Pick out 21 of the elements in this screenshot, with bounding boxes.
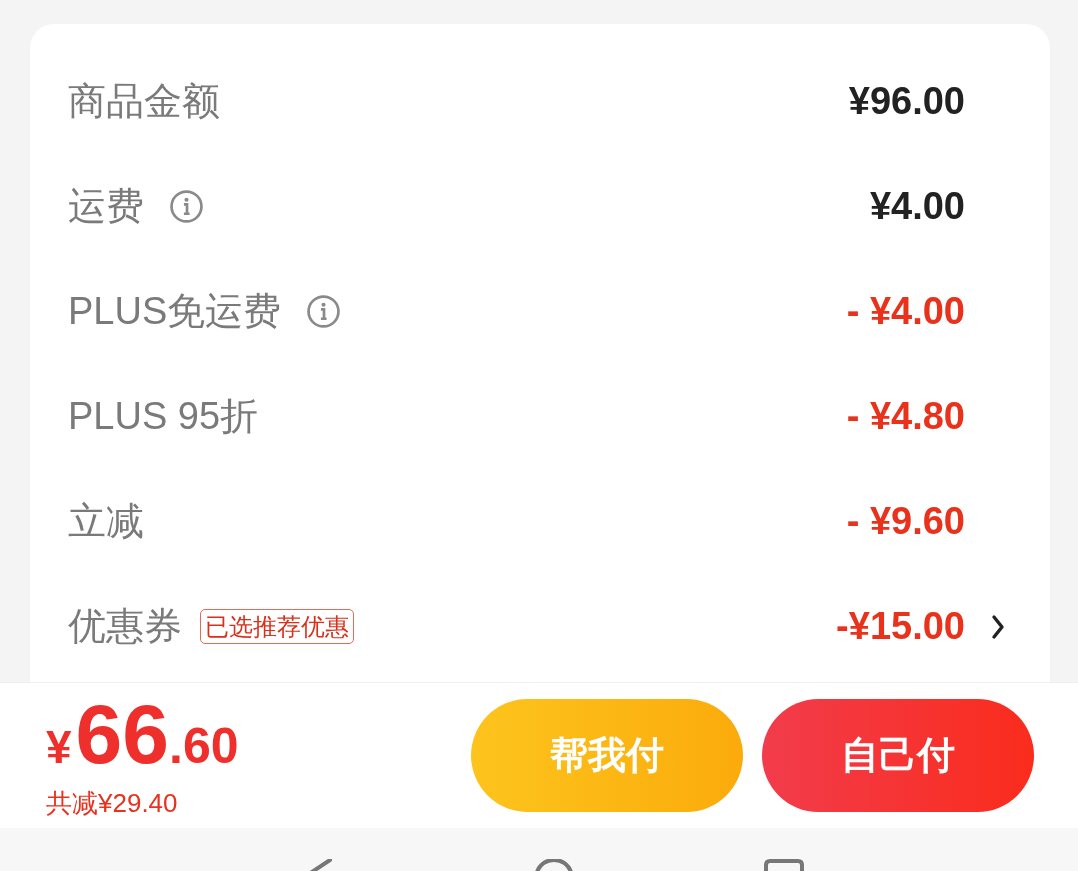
row-label: 商品金额 <box>68 78 220 124</box>
row-label: 立减 <box>68 498 144 544</box>
amount-text: - ¥9.60 <box>846 498 965 544</box>
amount-text: - ¥4.80 <box>846 393 965 439</box>
row-label: 优惠券 <box>68 603 182 649</box>
info-icon[interactable] <box>307 295 341 328</box>
pay-button[interactable]: 自己付 <box>762 699 1034 812</box>
row-label: PLUS 95折 <box>68 393 259 439</box>
info-icon[interactable] <box>170 190 203 223</box>
chevron-right-icon[interactable] <box>991 613 1005 640</box>
recent-apps-icon[interactable] <box>764 859 804 871</box>
row-label: PLUS免运费 <box>68 288 282 334</box>
home-icon[interactable] <box>534 859 574 871</box>
savings-text: 共减¥29.40 <box>46 787 179 820</box>
amount-text: ¥96.00 <box>848 78 965 124</box>
total-price: ¥66.60 <box>46 691 239 776</box>
amount-text: -¥15.00 <box>836 603 965 649</box>
amount-text: ¥4.00 <box>869 183 965 229</box>
amount-text: - ¥4.00 <box>846 288 965 334</box>
recommended-tag: 已选推荐优惠 <box>200 608 354 645</box>
row-label: 运费 <box>68 183 144 229</box>
